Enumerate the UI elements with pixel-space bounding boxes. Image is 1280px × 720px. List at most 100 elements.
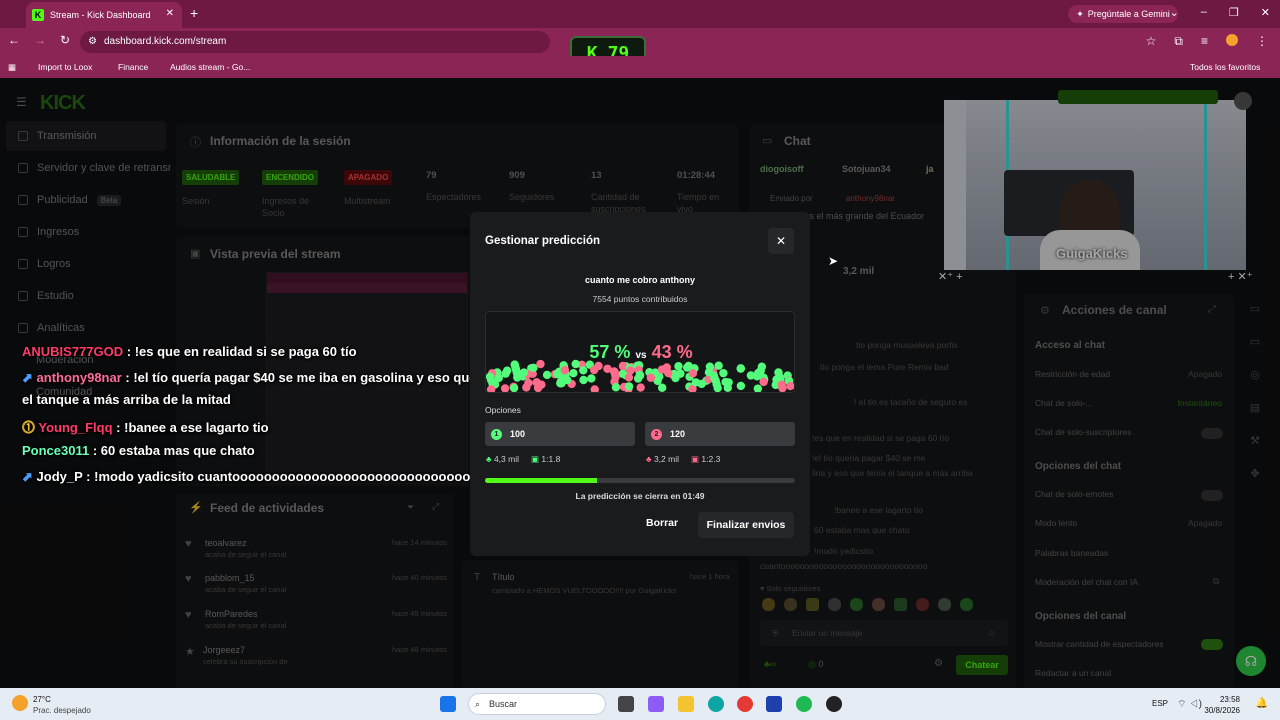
badge-icon: ⬈ xyxy=(22,469,33,484)
modal-title: Gestionar predicción xyxy=(485,235,601,247)
profile-avatar[interactable] xyxy=(1226,34,1238,46)
option-2-stats: ♣ 3,2 mil ▣ 1:2.3 xyxy=(646,454,720,465)
prediction-bubble xyxy=(736,381,746,391)
media-icon[interactable]: ≡ xyxy=(1201,34,1208,49)
restore-icon[interactable]: ❐ xyxy=(1229,6,1239,19)
taskbar-search[interactable]: ⌕ Buscar xyxy=(468,693,606,715)
back-icon[interactable]: ← xyxy=(8,33,20,47)
time-progress-bar xyxy=(485,478,795,483)
option-label: 120 xyxy=(670,429,686,439)
ratio-value: 1:2.3 xyxy=(701,454,721,464)
extensions-icon[interactable]: ⧉ xyxy=(1174,34,1183,49)
system-clock[interactable]: 23:58 30/8/2026 xyxy=(1204,694,1240,716)
url-text: dashboard.kick.com/stream xyxy=(104,36,227,47)
prediction-bubble xyxy=(657,383,667,392)
forward-icon[interactable]: → xyxy=(34,33,46,47)
options-label: Opciones xyxy=(485,405,521,415)
site-info-icon[interactable]: ⚙ xyxy=(88,31,97,53)
bookmark-star-icon[interactable]: ☆ xyxy=(1146,34,1157,49)
prediction-bubble xyxy=(746,371,756,380)
task-view-icon[interactable] xyxy=(618,696,634,712)
trophy-icon: ▣ xyxy=(691,454,700,464)
close-icon[interactable]: ✕ xyxy=(768,228,794,254)
prediction-bubble xyxy=(513,373,522,382)
store-icon[interactable] xyxy=(766,696,782,712)
minimize-icon[interactable]: – xyxy=(1201,6,1207,19)
window-controls: ⌄ – ❐ ✕ xyxy=(1170,6,1270,19)
edge-icon[interactable] xyxy=(708,696,724,712)
obs-icon[interactable] xyxy=(826,696,842,712)
sparkle-icon: ✦ xyxy=(1076,8,1084,19)
trophy-icon: ▣ xyxy=(531,454,540,464)
apps-grid-icon[interactable]: ▦ xyxy=(8,62,16,73)
bookmark-import[interactable]: Import to Loox xyxy=(38,62,92,72)
clock-date: 30/8/2026 xyxy=(1204,706,1240,715)
users-stat: ♣ 4,3 mil xyxy=(486,454,519,465)
prediction-bubble xyxy=(704,368,714,377)
prediction-bubble xyxy=(646,373,656,382)
bookmark-audios[interactable]: Audios stream - Go... xyxy=(170,62,250,72)
option-1[interactable]: 1 100 xyxy=(485,422,635,446)
url-field[interactable]: ⚙ dashboard.kick.com/stream xyxy=(80,31,550,53)
close-window-icon[interactable]: ✕ xyxy=(1261,6,1270,19)
gemini-button[interactable]: ✦ Pregúntale a Gemini xyxy=(1068,5,1178,23)
closes-text: La predicción se cierra en 01:49 xyxy=(575,491,705,501)
overlay-chat-user: anthony98nar xyxy=(36,370,122,385)
browser-tab[interactable]: K Stream - Kick Dashboard ✕ xyxy=(26,2,182,28)
delete-button[interactable]: Borrar xyxy=(646,517,678,529)
weather-widget[interactable]: 27°C Prac. despejado xyxy=(33,694,91,716)
new-tab-icon[interactable]: + xyxy=(190,5,198,21)
weather-icon[interactable] xyxy=(12,695,28,711)
bookmark-finance[interactable]: Finance xyxy=(118,62,148,72)
menu-icon[interactable]: ⋮ xyxy=(1256,34,1268,49)
option-index: 2 xyxy=(651,428,662,440)
overlay-chat-user: Young_Flqq xyxy=(38,420,113,435)
chrome-icon[interactable] xyxy=(737,696,753,712)
prediction-bubble xyxy=(542,370,552,380)
prediction-bubble xyxy=(502,366,512,375)
progress-fill xyxy=(485,478,597,483)
prediction-bubble xyxy=(579,366,588,375)
prediction-bubble xyxy=(610,369,620,379)
overlay-chat-line: el tanque a más arriba de la mitad xyxy=(22,392,231,407)
close-tab-icon[interactable]: ✕ xyxy=(166,8,174,19)
finalize-button[interactable]: Finalizar envios xyxy=(698,512,794,538)
ratio-stat: ▣ 1:2.3 xyxy=(691,454,720,465)
ratio-value: 1:1.8 xyxy=(541,454,561,464)
option-2[interactable]: 2 120 xyxy=(645,422,795,446)
prediction-modal: Gestionar predicción ✕ cuanto me cobro a… xyxy=(470,212,810,556)
reload-icon[interactable]: ↻ xyxy=(60,33,70,47)
vs-label: vs xyxy=(635,350,647,361)
bookmark-all[interactable]: Todos los favoritos xyxy=(1190,62,1260,72)
chevron-down-icon[interactable]: ⌄ xyxy=(1170,6,1179,19)
spotify-icon[interactable] xyxy=(796,696,812,712)
prediction-bubble xyxy=(624,382,634,391)
search-icon: ⌕ xyxy=(475,699,481,709)
overlay-chat-line: ⓵ Young_Flqq : !banee a ese lagarto tio xyxy=(22,420,269,435)
overlay-chat-text: 60 estaba mas que chato xyxy=(100,443,255,458)
prediction-visual: 57 % vs 43 % xyxy=(485,311,795,393)
language-indicator[interactable]: ESP xyxy=(1152,699,1168,708)
points-contributed: 7554 puntos contribuidos xyxy=(592,294,688,304)
network-icon[interactable]: ⌔ ◁) xyxy=(1177,698,1202,711)
notifications-icon[interactable]: 🔔 xyxy=(1256,698,1268,709)
overlay-chat-text: !es que en realidad si se paga 60 tío xyxy=(134,344,357,359)
prediction-bubble xyxy=(636,383,645,392)
prediction-bubble xyxy=(753,384,763,392)
weather-desc: Prac. despejado xyxy=(33,706,91,715)
overlay-chat-text: el tanque a más arriba de la mitad xyxy=(22,392,231,407)
users-stat: ♣ 3,2 mil xyxy=(646,454,679,465)
prediction-bubble xyxy=(611,383,621,392)
file-explorer-icon[interactable] xyxy=(678,696,694,712)
copilot-icon[interactable] xyxy=(648,696,664,712)
prediction-bubble xyxy=(524,378,533,388)
prediction-bubble xyxy=(635,371,645,380)
overlay-chat-text: !el tío quería pagar $40 se me iba en ga… xyxy=(133,370,511,385)
users-icon: ♣ xyxy=(486,454,492,464)
tab-title: Stream - Kick Dashboard xyxy=(50,10,151,20)
badge-icon: ⓵ xyxy=(22,420,36,435)
prediction-bubble xyxy=(587,374,596,383)
prediction-bubble xyxy=(500,384,510,392)
overlay-chat-line: ⬈ Jody_P : !modo yadicsito cuantoooooooo… xyxy=(22,469,471,484)
windows-start-icon[interactable] xyxy=(440,696,456,712)
